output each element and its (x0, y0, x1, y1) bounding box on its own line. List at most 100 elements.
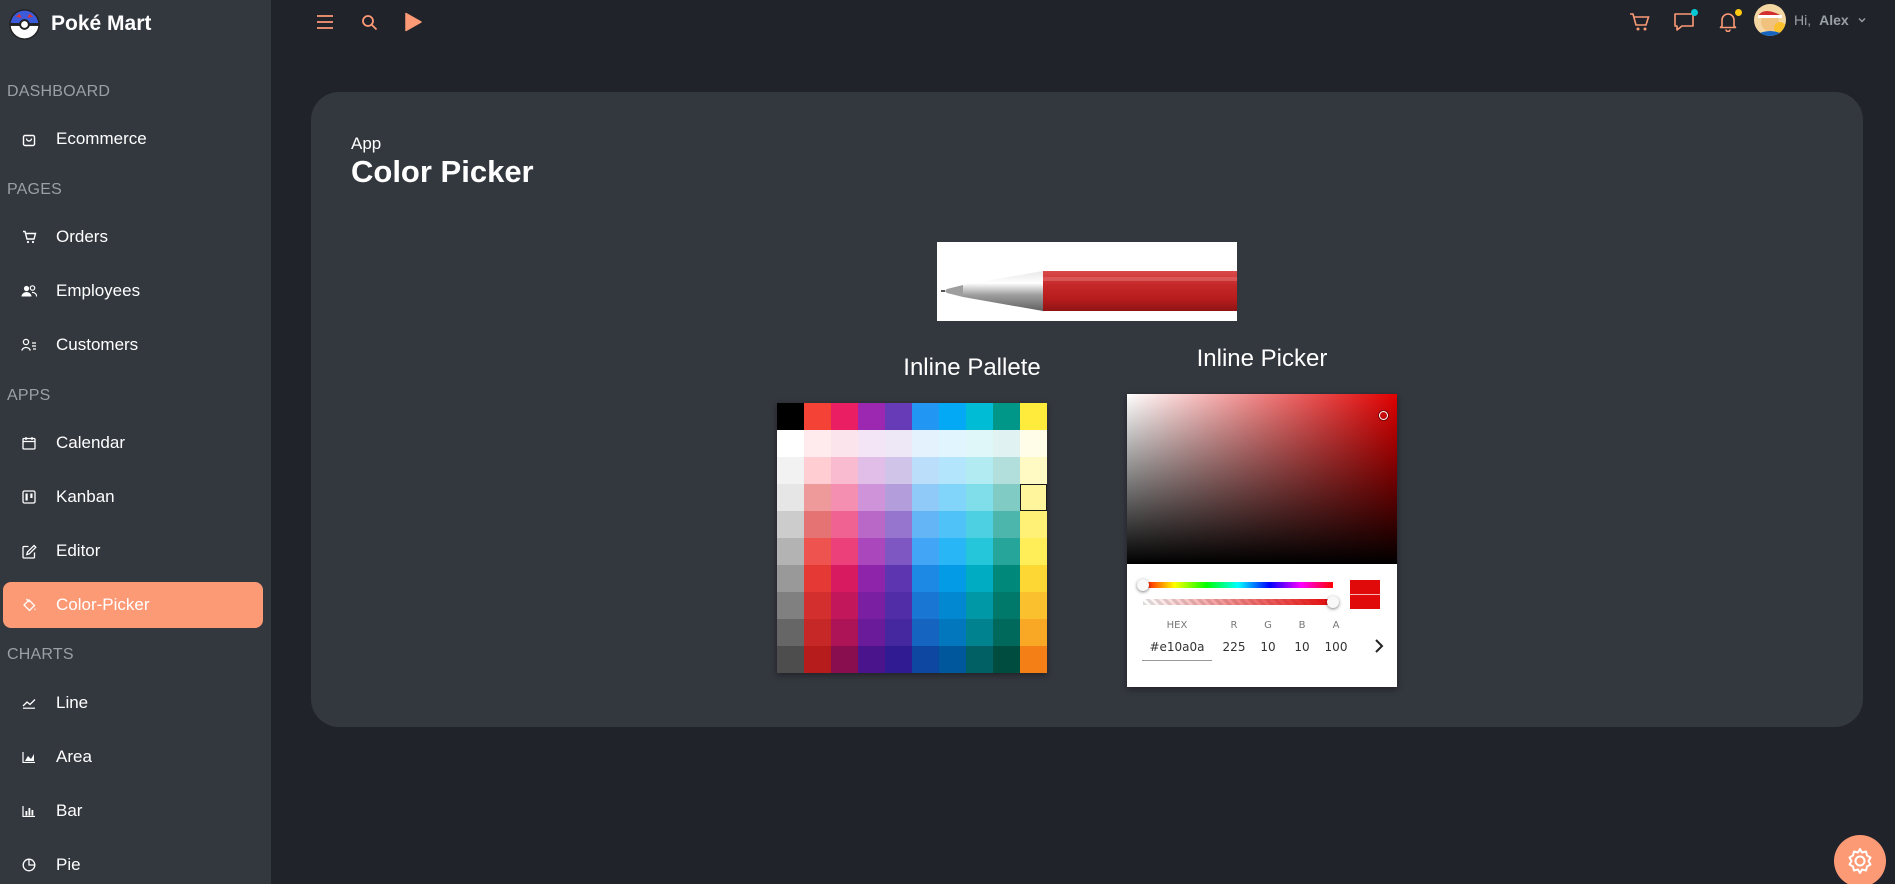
color-swatch[interactable] (885, 403, 912, 430)
g-input[interactable]: 10 (1253, 640, 1283, 654)
color-swatch[interactable] (939, 457, 966, 484)
color-swatch[interactable] (966, 565, 993, 592)
brand[interactable]: Poké Mart (8, 8, 151, 40)
color-swatch[interactable] (966, 646, 993, 673)
color-swatch[interactable] (777, 430, 804, 457)
color-swatch[interactable] (993, 403, 1020, 430)
color-swatch[interactable] (912, 484, 939, 511)
color-swatch[interactable] (966, 538, 993, 565)
color-swatch[interactable] (804, 646, 831, 673)
color-swatch[interactable] (912, 457, 939, 484)
color-swatch[interactable] (993, 484, 1020, 511)
a-input[interactable]: 100 (1321, 640, 1351, 654)
color-swatch[interactable] (777, 646, 804, 673)
color-swatch[interactable] (939, 484, 966, 511)
color-swatch[interactable] (912, 646, 939, 673)
alpha-slider[interactable] (1143, 596, 1339, 608)
color-swatch[interactable] (1020, 457, 1047, 484)
color-swatch[interactable] (885, 511, 912, 538)
color-swatch[interactable] (831, 430, 858, 457)
color-swatch[interactable] (885, 565, 912, 592)
menu-icon[interactable] (313, 10, 337, 34)
color-swatch[interactable] (966, 592, 993, 619)
color-swatch[interactable] (966, 403, 993, 430)
color-swatch[interactable] (804, 592, 831, 619)
color-swatch[interactable] (885, 538, 912, 565)
color-swatch[interactable] (804, 484, 831, 511)
cart-icon[interactable] (1628, 10, 1652, 34)
color-swatch[interactable] (831, 619, 858, 646)
color-swatch[interactable] (831, 457, 858, 484)
color-swatch[interactable] (777, 592, 804, 619)
color-swatch[interactable] (858, 646, 885, 673)
color-swatch[interactable] (993, 538, 1020, 565)
color-swatch[interactable] (831, 511, 858, 538)
color-swatch[interactable] (966, 511, 993, 538)
color-swatch[interactable] (858, 511, 885, 538)
user-profile-menu[interactable]: Hi, Alex (1754, 4, 1867, 36)
chevron-right-icon[interactable] (1371, 637, 1387, 655)
sidebar-item-color-picker[interactable]: Color-Picker (3, 582, 263, 628)
color-swatch[interactable] (858, 430, 885, 457)
color-swatch[interactable] (858, 619, 885, 646)
color-swatch[interactable] (804, 565, 831, 592)
color-swatch[interactable] (831, 565, 858, 592)
color-swatch[interactable] (858, 484, 885, 511)
color-swatch[interactable] (885, 484, 912, 511)
color-swatch[interactable] (777, 565, 804, 592)
color-swatch[interactable] (777, 457, 804, 484)
color-swatch[interactable] (912, 511, 939, 538)
color-swatch[interactable] (831, 538, 858, 565)
color-swatch[interactable] (858, 592, 885, 619)
r-input[interactable]: 225 (1219, 640, 1249, 654)
sidebar-item-kanban[interactable]: Kanban (3, 474, 263, 520)
color-swatch[interactable] (1020, 403, 1047, 430)
play-icon[interactable] (401, 10, 425, 34)
sidebar-item-calendar[interactable]: Calendar (3, 420, 263, 466)
alpha-slider-knob[interactable] (1327, 596, 1339, 608)
color-swatch[interactable] (912, 403, 939, 430)
color-swatch[interactable] (804, 619, 831, 646)
color-swatch[interactable] (885, 592, 912, 619)
color-swatch[interactable] (831, 646, 858, 673)
color-swatch[interactable] (804, 403, 831, 430)
color-swatch[interactable] (777, 511, 804, 538)
color-swatch[interactable] (912, 565, 939, 592)
color-swatch[interactable] (831, 484, 858, 511)
color-swatch[interactable] (1020, 484, 1047, 511)
color-swatch[interactable] (993, 457, 1020, 484)
color-swatch[interactable] (966, 619, 993, 646)
color-swatch[interactable] (777, 403, 804, 430)
color-swatch[interactable] (966, 484, 993, 511)
color-swatch[interactable] (885, 619, 912, 646)
color-swatch[interactable] (885, 430, 912, 457)
color-swatch[interactable] (804, 430, 831, 457)
color-swatch[interactable] (912, 592, 939, 619)
color-swatch[interactable] (1020, 511, 1047, 538)
sidebar-item-ecommerce[interactable]: Ecommerce (3, 116, 263, 162)
color-swatch[interactable] (993, 619, 1020, 646)
color-swatch[interactable] (993, 430, 1020, 457)
color-swatch[interactable] (939, 565, 966, 592)
sidebar-item-area[interactable]: Area (3, 734, 263, 780)
color-swatch[interactable] (939, 403, 966, 430)
sidebar-item-line[interactable]: Line (3, 680, 263, 726)
color-swatch[interactable] (993, 511, 1020, 538)
color-swatch[interactable] (993, 565, 1020, 592)
settings-button[interactable] (1834, 835, 1886, 884)
saturation-area[interactable] (1127, 394, 1397, 564)
color-swatch[interactable] (1020, 538, 1047, 565)
color-swatch[interactable] (831, 403, 858, 430)
sidebar-item-employees[interactable]: Employees (3, 268, 263, 314)
color-swatch[interactable] (777, 619, 804, 646)
color-swatch[interactable] (777, 484, 804, 511)
color-swatch[interactable] (966, 457, 993, 484)
color-swatch[interactable] (804, 538, 831, 565)
color-swatch[interactable] (858, 538, 885, 565)
sidebar-item-orders[interactable]: Orders (3, 214, 263, 260)
color-swatch[interactable] (939, 592, 966, 619)
sidebar-item-pie[interactable]: Pie (3, 842, 263, 884)
color-swatch[interactable] (939, 619, 966, 646)
b-input[interactable]: 10 (1287, 640, 1317, 654)
search-icon[interactable] (357, 10, 381, 34)
